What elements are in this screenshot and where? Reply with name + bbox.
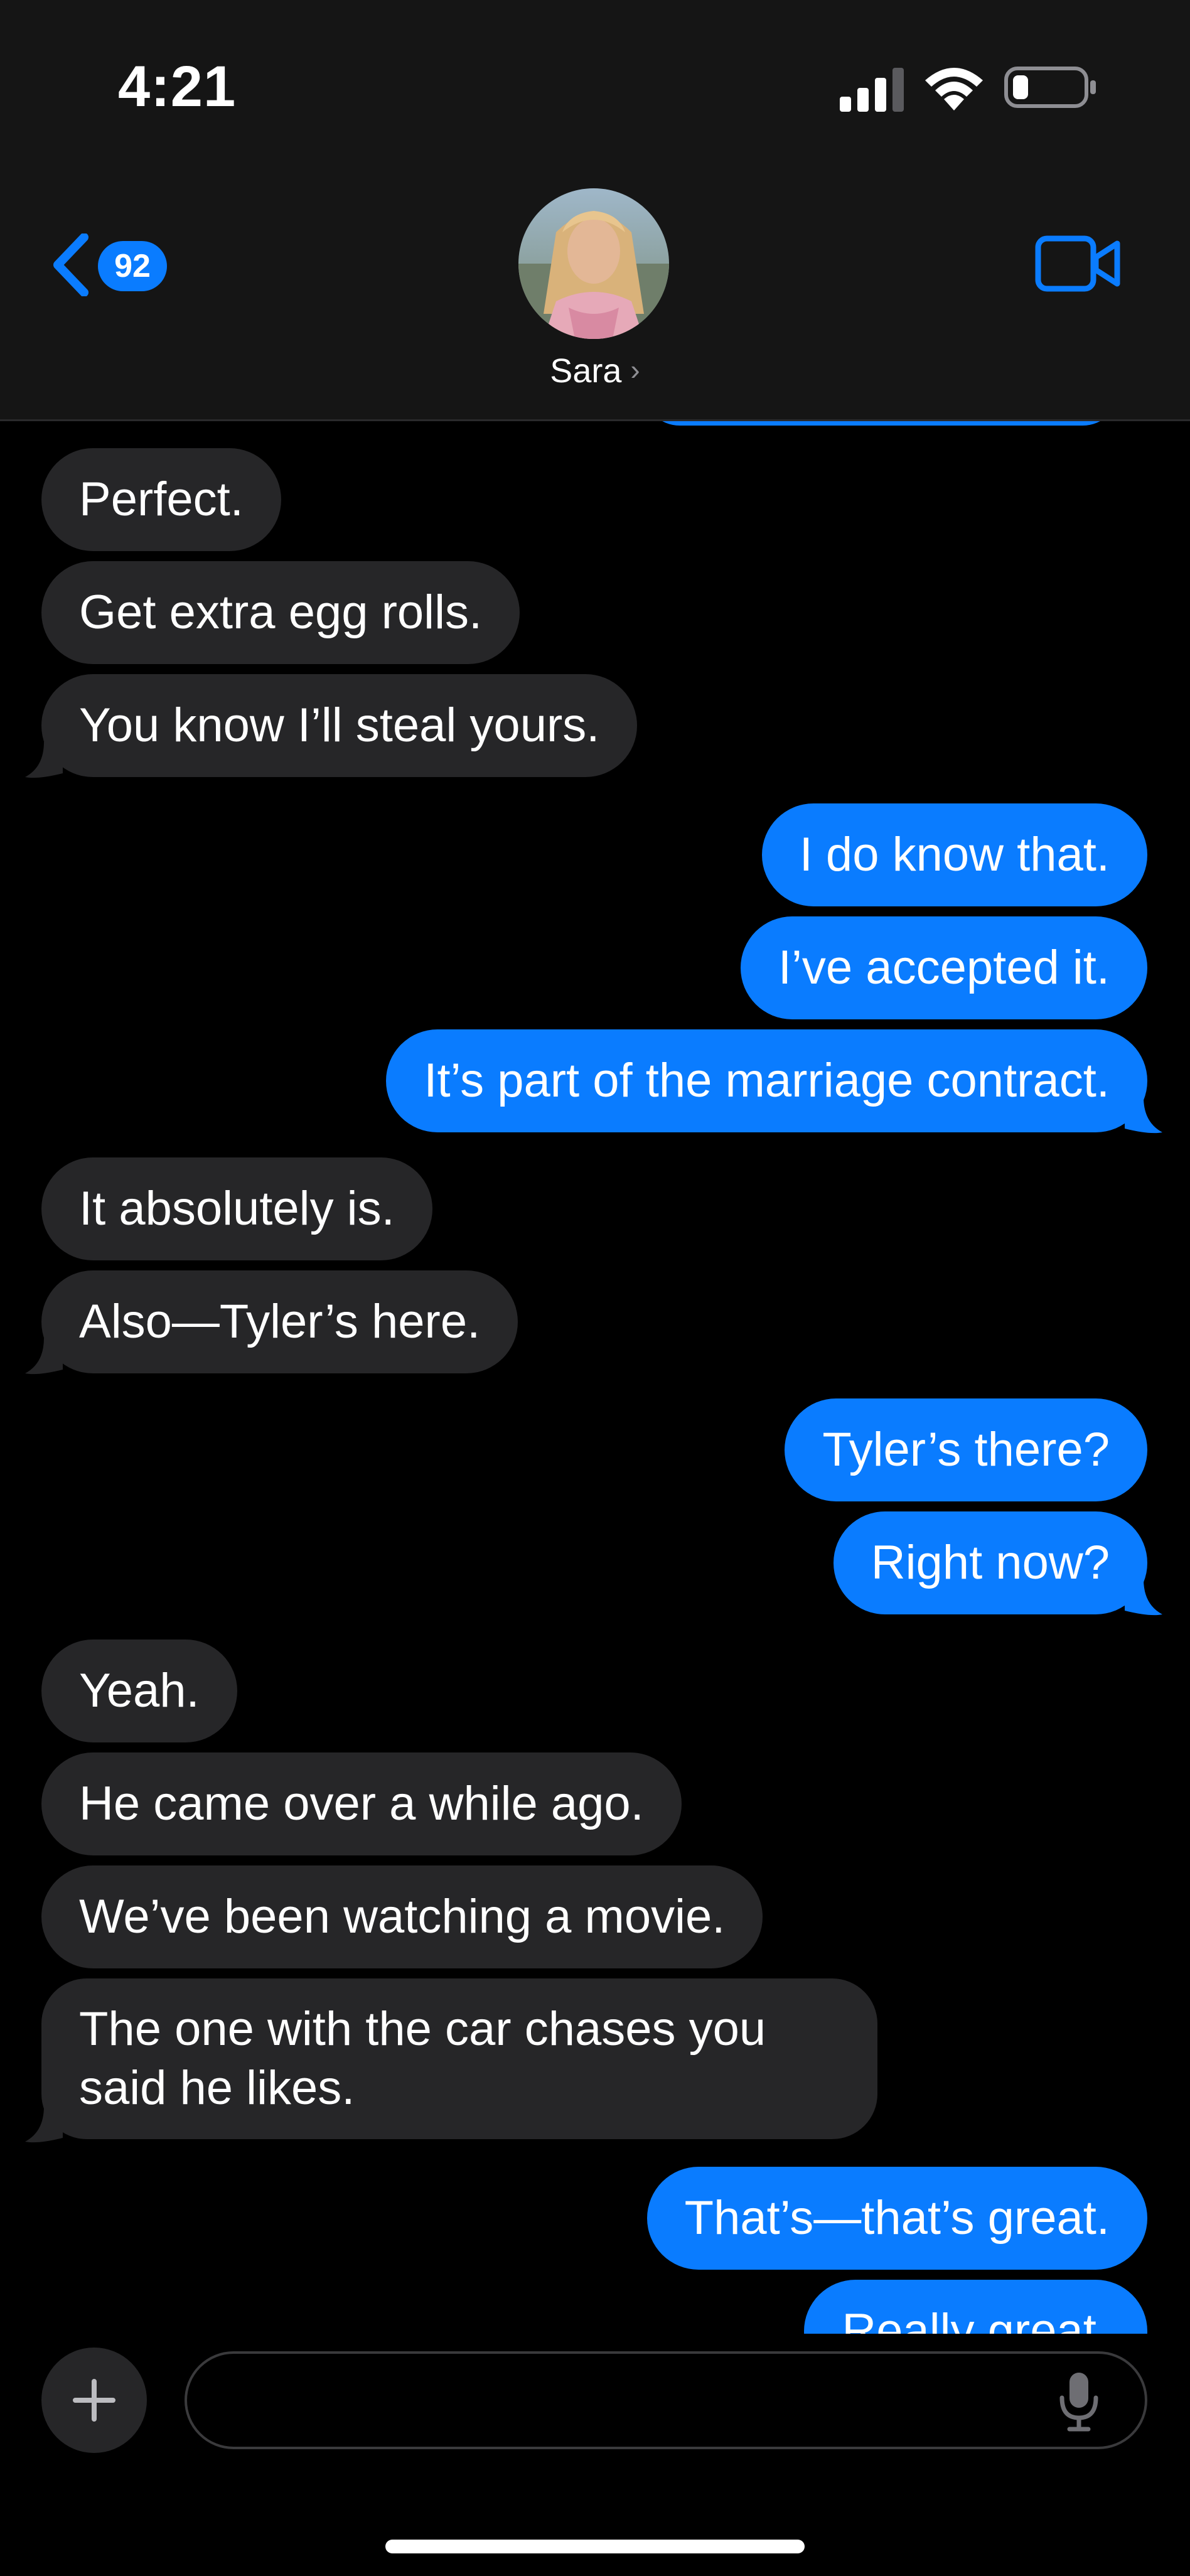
conversation-header: 4:21 92 Sara › bbox=[0, 0, 1190, 421]
plus-button[interactable] bbox=[41, 2348, 147, 2453]
plus-icon bbox=[73, 2379, 115, 2422]
video-call-icon[interactable] bbox=[1034, 232, 1122, 295]
message-bubble-outgoing[interactable]: Right now? bbox=[833, 1511, 1147, 1614]
contact-avatar[interactable] bbox=[518, 188, 669, 339]
microphone-icon[interactable] bbox=[1057, 2371, 1101, 2432]
bubble-tail-incoming bbox=[25, 1338, 63, 1375]
bubble-tail-outgoing bbox=[1125, 1579, 1162, 1616]
unread-count-badge: 92 bbox=[98, 241, 167, 291]
bubble-tail-incoming bbox=[25, 742, 63, 778]
message-bubble-incoming[interactable]: It absolutely is. bbox=[41, 1157, 432, 1260]
bubble-tail-incoming bbox=[25, 2106, 63, 2143]
message-bubble-outgoing[interactable]: I do know that. bbox=[761, 803, 1147, 906]
chevron-right-icon: › bbox=[630, 353, 640, 386]
bubble-tail-outgoing bbox=[1125, 1097, 1162, 1134]
message-bubble-outgoing[interactable]: That’s—that’s great. bbox=[646, 2167, 1147, 2270]
message-bubble-incoming[interactable]: Perfect. bbox=[41, 448, 281, 551]
message-bubble-incoming[interactable]: Yeah. bbox=[41, 1640, 237, 1742]
back-button[interactable]: 92 bbox=[44, 227, 176, 303]
contact-name-button[interactable]: Sara › bbox=[0, 352, 1190, 390]
message-input[interactable] bbox=[218, 2354, 1037, 2448]
home-indicator[interactable] bbox=[385, 2540, 805, 2553]
message-bubble-incoming[interactable]: We’ve been watching a movie. bbox=[41, 1865, 763, 1968]
cellular-signal-icon bbox=[840, 68, 904, 112]
message-bubble-incoming[interactable]: You know I’ll steal yours. bbox=[41, 674, 638, 777]
message-input-container[interactable] bbox=[185, 2351, 1147, 2449]
battery-low-icon bbox=[1004, 67, 1096, 108]
avatar-photo bbox=[518, 188, 669, 339]
message-bubble-incoming[interactable]: Get extra egg rolls. bbox=[41, 561, 520, 664]
message-bubble-outgoing[interactable]: Tyler’s there? bbox=[785, 1398, 1147, 1501]
message-bubble-incoming[interactable]: He came over a while ago. bbox=[41, 1752, 682, 1855]
message-bubble-incoming[interactable]: The one with the car chases you said he … bbox=[41, 1978, 877, 2139]
message-bubble-outgoing[interactable]: Really great. bbox=[804, 2280, 1147, 2334]
message-bubble-outgoing[interactable]: I’ve accepted it. bbox=[740, 916, 1147, 1019]
message-bubble-outgoing[interactable]: It’s part of the marriage contract. bbox=[386, 1029, 1147, 1132]
back-chevron-icon bbox=[53, 233, 88, 296]
contact-name: Sara bbox=[550, 352, 622, 390]
status-time: 4:21 bbox=[118, 55, 237, 119]
wifi-icon bbox=[925, 68, 983, 110]
message-bubble-incoming[interactable]: Also—Tyler’s here. bbox=[41, 1270, 518, 1373]
